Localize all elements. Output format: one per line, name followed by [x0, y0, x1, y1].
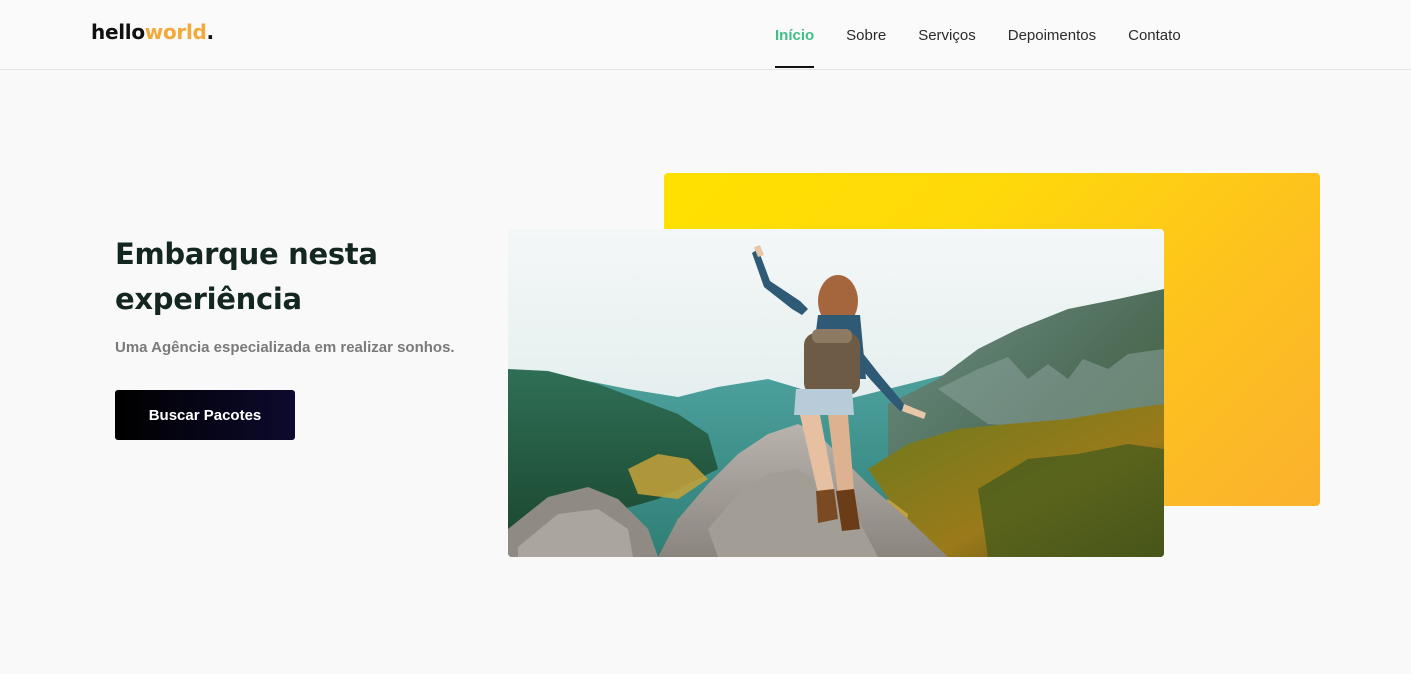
logo[interactable]: helloworld. — [91, 20, 214, 44]
traveler-mountain-image — [508, 229, 1164, 557]
hero-photo — [508, 229, 1164, 557]
logo-world: world — [144, 20, 207, 44]
hero-subtitle: Uma Agência especializada em realizar so… — [115, 339, 455, 356]
nav-item-sobre[interactable]: Sobre — [846, 0, 886, 70]
hero-title: Embarque nesta experiência — [115, 237, 378, 316]
site-header: helloworld. Início Sobre Serviços Depoim… — [0, 0, 1411, 70]
logo-dot: . — [206, 20, 215, 44]
search-packages-button[interactable]: Buscar Pacotes — [115, 390, 295, 440]
nav-item-servicos[interactable]: Serviços — [918, 0, 976, 70]
nav-item-inicio[interactable]: Início — [775, 0, 815, 70]
nav-item-contato[interactable]: Contato — [1128, 0, 1181, 70]
main-nav: Início Sobre Serviços Depoimentos Contat… — [775, 0, 1181, 70]
logo-hello: hello — [91, 20, 145, 44]
nav-item-depoimentos[interactable]: Depoimentos — [1008, 0, 1096, 70]
